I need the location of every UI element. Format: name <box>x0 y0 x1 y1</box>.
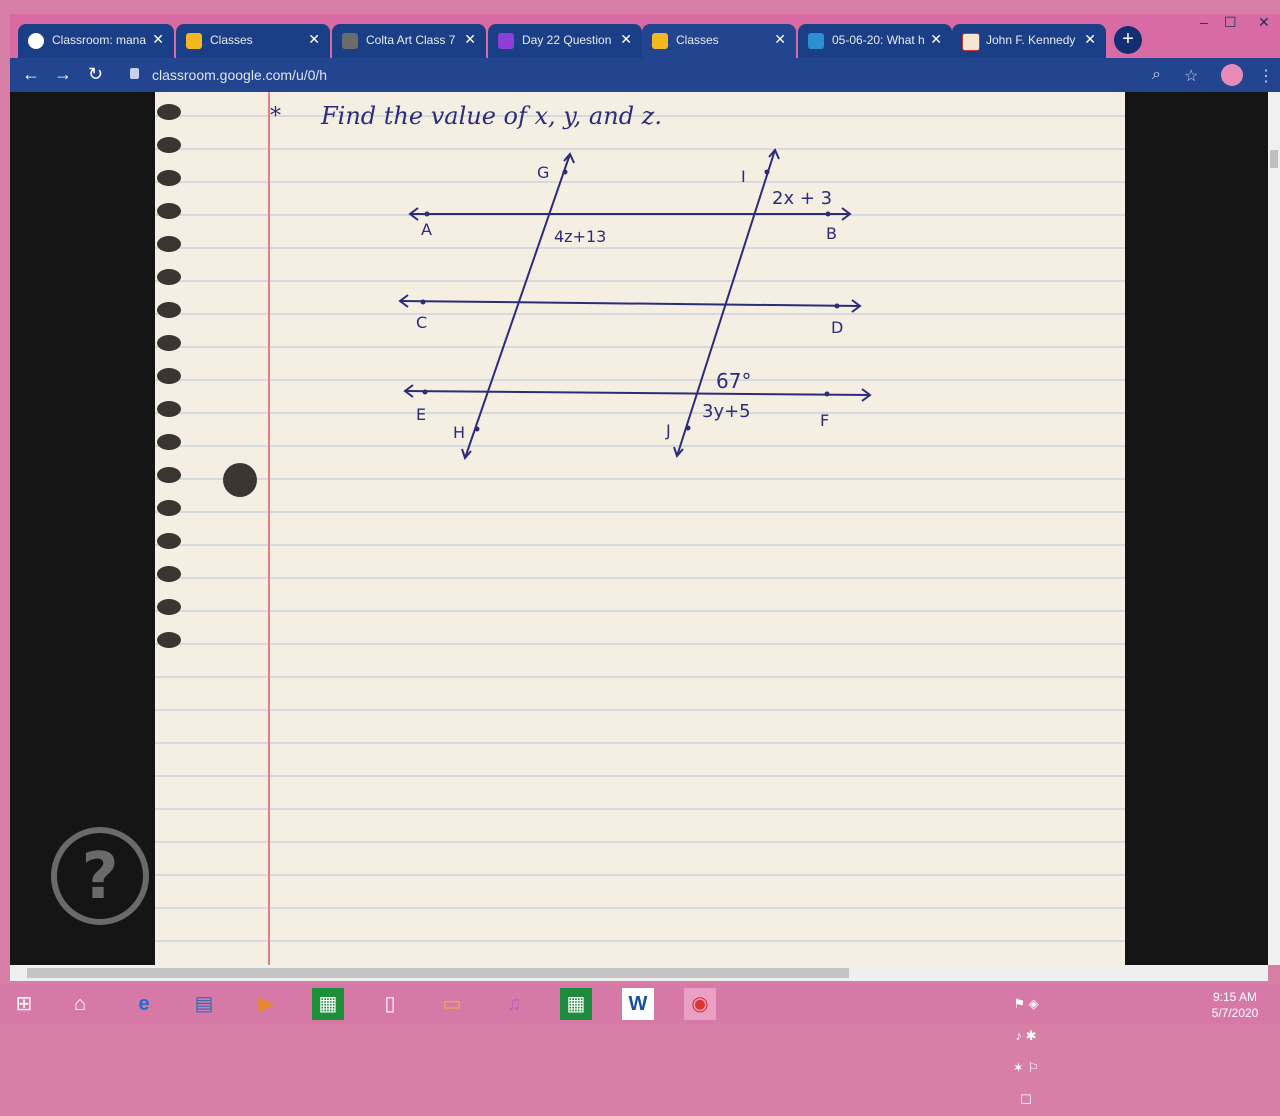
folder-icon[interactable]: ▭ <box>436 988 468 1020</box>
tab-classes-1[interactable]: Classes ✕ <box>176 24 330 58</box>
point-label-b: B <box>826 224 837 243</box>
media-player-icon[interactable]: ▶ <box>250 988 282 1020</box>
word-icon[interactable]: W <box>622 988 654 1020</box>
store-icon[interactable]: ▦ <box>312 988 344 1020</box>
classroom-icon <box>342 33 358 49</box>
internet-explorer-icon[interactable]: e <box>128 988 160 1020</box>
point-label-f: F <box>820 411 829 430</box>
label-3y-plus-5: 3y+5 <box>702 401 751 422</box>
close-window-icon[interactable]: ✕ <box>1258 14 1270 31</box>
tab-classroom-manage[interactable]: Classroom: mana ✕ <box>18 24 174 58</box>
tray-icons[interactable]: ⚑ ◈ ♪ ✱ ✶ ⚐ ☐ <box>1010 988 1042 1107</box>
profile-avatar[interactable] <box>1221 64 1243 86</box>
point-label-j: J <box>665 421 671 440</box>
document-icon[interactable]: ▯ <box>374 988 406 1020</box>
classroom-icon <box>186 33 202 49</box>
chrome-icon[interactable]: ◉ <box>684 988 716 1020</box>
close-icon[interactable]: ✕ <box>930 31 942 48</box>
jfk-icon <box>962 33 980 51</box>
tab-jfk[interactable]: John F. Kennedy ✕ <box>952 24 1106 58</box>
svg-text:?: ? <box>81 840 118 914</box>
instruction-text: Find the value of x, y, and z. <box>320 102 662 130</box>
clock-date: 5/7/2020 <box>1211 1006 1259 1020</box>
bullet-star: * <box>270 104 281 129</box>
point-label-e: E <box>416 405 426 424</box>
tab-colta-art[interactable]: Colta Art Class 7 ✕ <box>332 24 486 58</box>
worksheet-image: * Find the value of x, y, and z. A B C D… <box>155 92 1125 965</box>
back-icon[interactable]: ← <box>22 64 40 85</box>
scroll-thumb[interactable] <box>1270 150 1278 168</box>
label-4z-plus-13: 4z+13 <box>554 227 606 246</box>
help-icon[interactable]: ? <box>50 826 150 926</box>
minimize-icon[interactable]: – <box>1200 14 1208 30</box>
label-2x-plus-3: 2x + 3 <box>772 188 832 209</box>
classroom-icon <box>498 33 514 49</box>
classroom-icon <box>652 33 668 49</box>
horizontal-scrollbar[interactable] <box>10 965 1268 981</box>
itunes-icon[interactable]: ♫ <box>498 988 530 1020</box>
forward-icon[interactable]: → <box>54 64 72 85</box>
clock-time: 9:15 AM <box>1212 990 1258 1004</box>
point-label-h: H <box>453 423 465 442</box>
close-icon[interactable]: ✕ <box>1084 31 1096 48</box>
scroll-thumb[interactable] <box>27 968 849 978</box>
new-tab-button[interactable]: + <box>1114 26 1142 54</box>
clock[interactable]: 9:15 AM 5/7/2020 <box>1200 989 1270 1021</box>
tab-05-06-20[interactable]: 05-06-20: What h ✕ <box>798 24 952 58</box>
zoom-icon[interactable]: ⌕ <box>1152 66 1161 84</box>
tab-classes-2[interactable]: Classes ✕ <box>642 24 796 58</box>
maximize-icon[interactable]: ☐ <box>1224 14 1237 31</box>
tab-day-22[interactable]: Day 22 Question ✕ <box>488 24 642 58</box>
point-label-i: I <box>741 167 746 186</box>
classroom-icon <box>808 33 824 49</box>
label-67-degrees: 67° <box>716 369 751 393</box>
vertical-scrollbar[interactable] <box>1268 92 1280 965</box>
binder-hole <box>223 463 257 497</box>
point-label-c: C <box>416 313 427 332</box>
file-manager-icon[interactable]: ▤ <box>188 988 220 1020</box>
google-icon <box>28 33 44 49</box>
close-icon[interactable]: ✕ <box>774 31 786 48</box>
calculator-icon[interactable]: ▦ <box>560 988 592 1020</box>
point-label-g: G <box>537 163 549 182</box>
windows-start-icon[interactable]: ⊞ <box>8 988 40 1020</box>
menu-icon[interactable]: ⋮ <box>1258 66 1274 86</box>
reload-icon[interactable]: ↻ <box>88 64 103 85</box>
close-icon[interactable]: ✕ <box>308 31 320 48</box>
bookmark-star-icon[interactable]: ☆ <box>1184 66 1198 86</box>
url-field[interactable]: classroom.google.com/u/0/h <box>152 67 327 83</box>
lock-icon <box>130 68 139 79</box>
close-icon[interactable]: ✕ <box>464 31 476 48</box>
home-icon[interactable]: ⌂ <box>64 988 96 1020</box>
point-label-d: D <box>831 318 843 337</box>
point-label-a: A <box>421 220 432 239</box>
close-icon[interactable]: ✕ <box>152 31 164 48</box>
close-icon[interactable]: ✕ <box>620 31 632 48</box>
